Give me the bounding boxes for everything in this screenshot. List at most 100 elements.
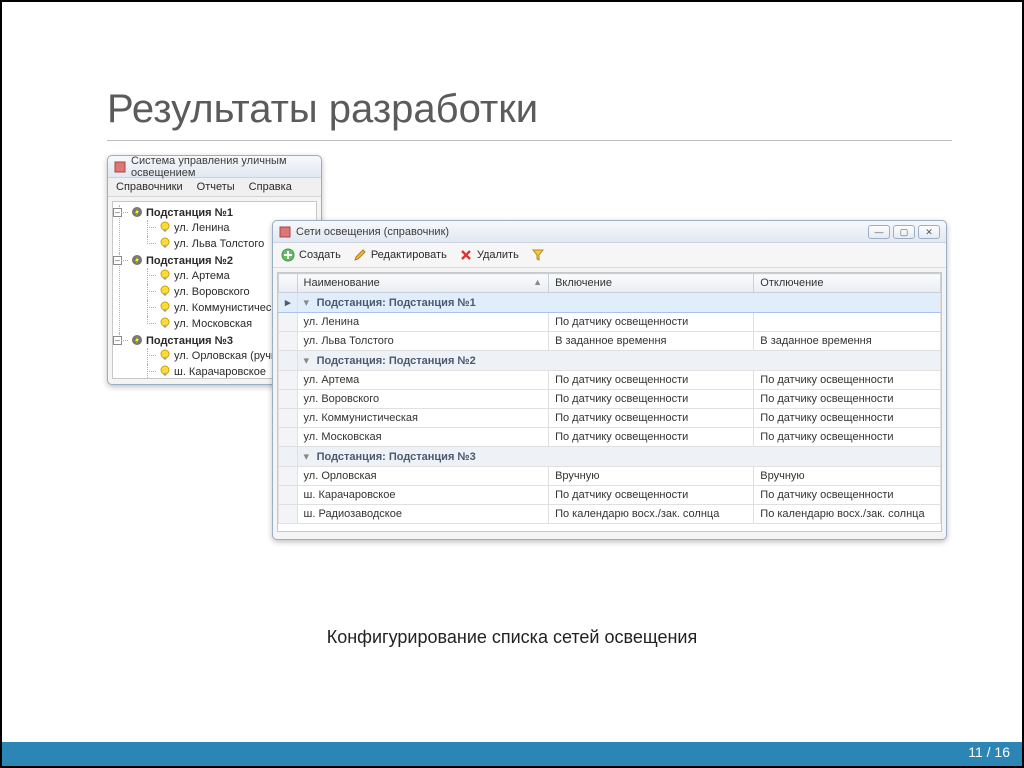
menu-references[interactable]: Справочники [116,181,183,193]
cell-off: По датчику освещенности [754,428,941,447]
substation-icon [131,254,143,266]
bulb-icon [159,301,171,313]
delete-icon [459,248,473,262]
tree-leaf-label: ул. Артема [174,270,230,282]
cell-off: В заданное времення [754,332,941,351]
grid-group-row[interactable]: ▾ Подстанция: Подстанция №3 [279,447,941,467]
cell-name: ул. Московская [297,428,549,447]
menu-help[interactable]: Справка [249,181,292,193]
tree-node-label: Подстанция №1 [146,207,233,219]
bulb-icon [159,317,171,329]
cell-name: ул. Коммунистическая [297,409,549,428]
col-name[interactable]: Наименование▲ [297,274,549,293]
chevron-down-icon: ▾ [304,450,314,463]
col-on[interactable]: Включение [549,274,754,293]
grid-row[interactable]: ул. АртемаПо датчику освещенностиПо датч… [279,371,941,390]
window-controls: — ▢ ✕ [868,225,940,239]
tree-leaf-label: ул. Воровского [174,286,250,298]
cell-off [754,313,941,332]
row-indicator [279,409,298,428]
cell-on: По датчику освещенности [549,428,754,447]
cell-name: ул. Артема [297,371,549,390]
tree-leaf-label: ул. Ленина [174,222,230,234]
grid-row[interactable]: ш. КарачаровскоеПо датчику освещенностиП… [279,486,941,505]
grid-row[interactable]: ул. ЛенинаПо датчику освещенности [279,313,941,332]
cell-on: По датчику освещенности [549,390,754,409]
cell-off: По датчику освещенности [754,371,941,390]
pencil-icon [353,248,367,262]
grid-group-row[interactable]: ▸▾ Подстанция: Подстанция №1 [279,293,941,313]
row-indicator [279,447,298,467]
grid-row[interactable]: ул. Льва ТолстогоВ заданное временняВ за… [279,332,941,351]
tree-leaf-label: ул. Московская [174,318,252,330]
bulb-icon [159,365,171,377]
cell-name: ш. Карачаровское [297,486,549,505]
row-indicator: ▸ [279,293,298,313]
screenshot-canvas: Система управления уличным освещением Сп… [107,155,1022,585]
create-label: Создать [299,249,341,261]
grid-row[interactable]: ш. Радиозаводское По календарю восх./зак.… [279,505,941,524]
slide-title: Результаты разработки [2,2,1022,140]
row-indicator [279,467,298,486]
group-header-label: Подстанция: Подстанция №1 [317,297,476,309]
bulb-icon [159,237,171,249]
tree-window-titlebar[interactable]: Система управления уличным освещением [108,156,321,178]
create-button[interactable]: Создать [281,248,341,262]
cell-on: В заданное времення [549,332,754,351]
cell-name: ул. Орловская [297,467,549,486]
chevron-down-icon: ▾ [304,354,314,367]
cell-name: ул. Льва Толстого [297,332,549,351]
slide-caption: Конфигурирование списка сетей освещения [2,627,1022,648]
close-button[interactable]: ✕ [918,225,940,239]
tree-menubar: Справочники Отчеты Справка [108,178,321,197]
cell-off: По датчику освещенности [754,409,941,428]
row-indicator [279,390,298,409]
filter-button[interactable] [531,248,545,262]
substation-icon [131,206,143,218]
title-rule [107,140,952,141]
grid-window-title: Сети освещения (справочник) [296,226,449,238]
app-icon [279,226,291,238]
maximize-button[interactable]: ▢ [893,225,915,239]
delete-label: Удалить [477,249,519,261]
row-indicator [279,486,298,505]
tree-leaf-label: ш. Карачаровское [174,366,266,378]
group-header-label: Подстанция: Подстанция №2 [317,355,476,367]
cell-name: ул. Воровского [297,390,549,409]
substation-icon [131,334,143,346]
grid-header-row: Наименование▲ Включение Отключение [279,274,941,293]
grid-row[interactable]: ул. ВоровскогоПо датчику освещенностиПо … [279,390,941,409]
col-off[interactable]: Отключение [754,274,941,293]
grid-toolbar: Создать Редактировать Удалить [273,243,946,268]
grid-row[interactable]: ул. МосковскаяПо датчику освещенностиПо … [279,428,941,447]
cell-name: ш. Радиозаводское [297,505,549,524]
cell-on: Вручную [549,467,754,486]
sort-asc-icon: ▲ [533,277,542,287]
expander-icon[interactable]: – [113,256,122,265]
app-icon [114,161,126,173]
menu-reports[interactable]: Отчеты [197,181,235,193]
minimize-button[interactable]: — [868,225,890,239]
cell-name: ул. Ленина [297,313,549,332]
expander-icon[interactable]: – [113,336,122,345]
bulb-icon [159,221,171,233]
grid-row[interactable]: ул. Коммунистическая По датчику освещенно… [279,409,941,428]
cell-on: По датчику освещенности [549,371,754,390]
grid-window-titlebar[interactable]: Сети освещения (справочник) — ▢ ✕ [273,221,946,243]
tree-window-title: Система управления уличным освещением [131,155,315,179]
row-indicator [279,371,298,390]
edit-button[interactable]: Редактировать [353,248,447,262]
tree-node-label: Подстанция №3 [146,335,233,347]
cell-on: По датчику освещенности [549,486,754,505]
delete-button[interactable]: Удалить [459,248,519,262]
row-indicator [279,332,298,351]
data-grid[interactable]: Наименование▲ Включение Отключение ▸▾ По… [278,273,941,524]
cell-on: По датчику освещенности [549,313,754,332]
cell-off: По календарю восх./зак. солнца [754,505,941,524]
grid-row[interactable]: ул. ОрловскаяВручнуюВручную [279,467,941,486]
expander-icon[interactable]: – [113,208,122,217]
row-indicator-header [279,274,298,293]
row-indicator [279,505,298,524]
slide-footer: 11 / 16 [2,742,1022,766]
grid-group-row[interactable]: ▾ Подстанция: Подстанция №2 [279,351,941,371]
